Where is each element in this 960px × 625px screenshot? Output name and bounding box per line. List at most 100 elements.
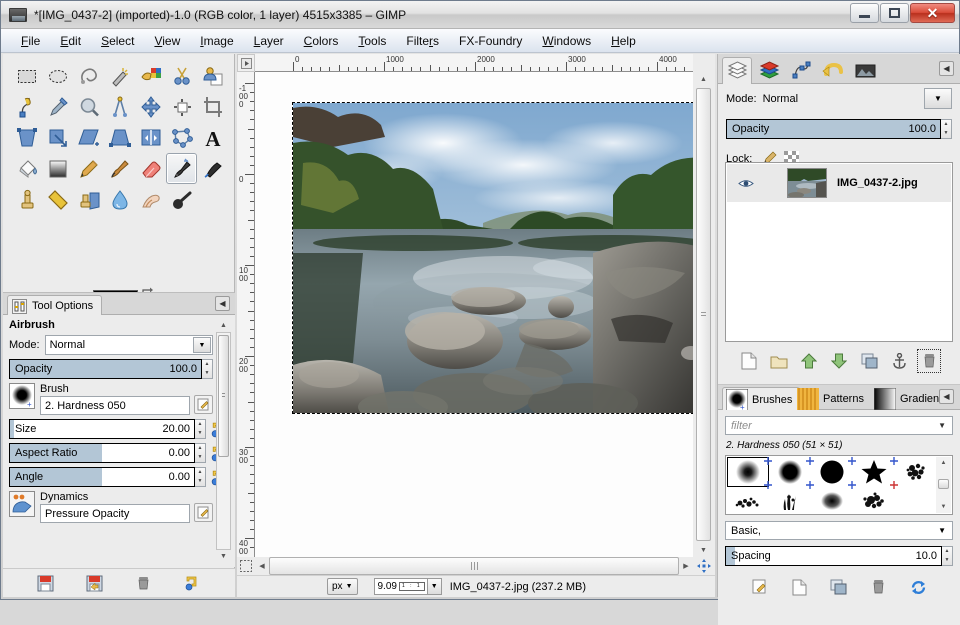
- menu-layer[interactable]: Layer: [244, 31, 294, 51]
- tool-free-select[interactable]: [73, 60, 104, 91]
- brush-item-hardness-050[interactable]: [728, 458, 768, 486]
- collapse-icon[interactable]: ◀: [939, 389, 954, 404]
- menu-help[interactable]: Help: [601, 31, 646, 51]
- tool-smudge[interactable]: [135, 184, 166, 215]
- brush-category-dropdown[interactable]: Basic, ▼: [725, 521, 953, 540]
- scroll-left-icon[interactable]: ◀: [255, 557, 269, 575]
- tool-zoom[interactable]: [73, 91, 104, 122]
- layer-list[interactable]: IMG_0437-2.jpg: [725, 162, 953, 342]
- maximize-button[interactable]: [880, 3, 909, 23]
- brush-grid-scroll-thumb[interactable]: [938, 479, 949, 489]
- canvas-hscroll-thumb[interactable]: [269, 557, 679, 575]
- raise-layer-button[interactable]: [798, 350, 820, 372]
- tool-airbrush[interactable]: [166, 153, 197, 184]
- tab-layers[interactable]: [722, 57, 752, 84]
- tool-gradient[interactable]: [42, 153, 73, 184]
- tool-blur-sharpen[interactable]: [104, 184, 135, 215]
- layer-opacity-slider[interactable]: Opacity 100.0: [726, 119, 941, 139]
- brush-item-acrylic[interactable]: [896, 458, 936, 486]
- brush-item-sparks[interactable]: [812, 487, 852, 515]
- tool-alignment[interactable]: [166, 91, 197, 122]
- layer-mode-dropdown[interactable]: ▼: [924, 88, 952, 109]
- canvas-viewport[interactable]: [255, 72, 693, 557]
- reset-tool-options-icon[interactable]: [184, 575, 201, 592]
- spacing-spinner[interactable]: ▲▼: [942, 546, 953, 566]
- tool-pencil[interactable]: [73, 153, 104, 184]
- new-layer-group-button[interactable]: [768, 350, 790, 372]
- horizontal-ruler[interactable]: 01000200030004000: [255, 54, 693, 72]
- menu-windows[interactable]: Windows: [532, 31, 601, 51]
- tab-tool-options[interactable]: Tool Options: [7, 295, 102, 316]
- brush-item-hardness-100[interactable]: [812, 458, 852, 486]
- edit-dynamics-icon[interactable]: [194, 503, 213, 522]
- edit-brush-button[interactable]: [749, 576, 771, 598]
- tool-perspective[interactable]: [104, 122, 135, 153]
- tab-brushes[interactable]: + Brushes: [722, 387, 800, 411]
- dynamics-thumb-icon[interactable]: [9, 491, 35, 517]
- brush-grid[interactable]: ▲ ▼: [725, 455, 953, 515]
- menu-file[interactable]: File: [11, 31, 50, 51]
- close-button[interactable]: ✕: [910, 3, 955, 23]
- tool-fuzzy-select[interactable]: [104, 60, 135, 91]
- tool-scissors-select[interactable]: [166, 60, 197, 91]
- scroll-down-icon[interactable]: ▼: [936, 501, 951, 513]
- brush-grid-scrollbar[interactable]: ▲ ▼: [936, 457, 951, 513]
- menu-filters[interactable]: Filters: [396, 31, 449, 51]
- brush-item-grass[interactable]: [770, 487, 810, 515]
- dynamics-value[interactable]: Pressure Opacity: [40, 504, 190, 523]
- menu-select[interactable]: Select: [91, 31, 144, 51]
- tool-color-picker[interactable]: [42, 91, 73, 122]
- tab-images[interactable]: [850, 57, 880, 84]
- eye-icon[interactable]: [733, 178, 759, 189]
- brush-value[interactable]: 2. Hardness 050: [40, 396, 190, 415]
- menu-tools[interactable]: Tools: [348, 31, 396, 51]
- scroll-up-icon[interactable]: ▲: [216, 319, 231, 332]
- scroll-up-icon[interactable]: ▲: [936, 457, 951, 469]
- tab-channels[interactable]: [754, 57, 784, 84]
- layer-opacity-spinner[interactable]: ▲▼: [941, 119, 952, 139]
- tool-options-scrollbar[interactable]: ▲ ▼: [216, 319, 231, 563]
- menu-fx-foundry[interactable]: FX-Foundry: [449, 31, 532, 51]
- delete-layer-button[interactable]: [918, 350, 940, 372]
- brush-item-hardness-075[interactable]: [770, 458, 810, 486]
- menu-view[interactable]: View: [144, 31, 190, 51]
- layer-list-item[interactable]: IMG_0437-2.jpg: [727, 164, 951, 202]
- duplicate-layer-button[interactable]: [858, 350, 880, 372]
- tool-clone[interactable]: [11, 184, 42, 215]
- tab-patterns[interactable]: Patterns: [793, 387, 872, 411]
- opacity-slider[interactable]: Opacity 100.0: [9, 359, 202, 379]
- size-slider[interactable]: Size 20.00: [9, 419, 195, 439]
- scroll-right-icon[interactable]: ▶: [679, 557, 693, 575]
- collapse-icon[interactable]: ◀: [215, 296, 230, 311]
- scrollbar-thumb[interactable]: [218, 335, 229, 457]
- mode-dropdown[interactable]: Normal ▼: [45, 335, 213, 355]
- quick-mask-icon[interactable]: [237, 557, 255, 575]
- canvas-horizontal-scrollbar[interactable]: ◀ ▶: [255, 557, 693, 575]
- tool-shear[interactable]: [73, 122, 104, 153]
- new-layer-button[interactable]: [738, 350, 760, 372]
- tool-paths[interactable]: [11, 91, 42, 122]
- tool-measure[interactable]: [104, 91, 135, 122]
- zoom-selector[interactable]: 9.09 1 : 1 ▼: [374, 578, 442, 595]
- menu-colors[interactable]: Colors: [294, 31, 349, 51]
- tab-paths[interactable]: [786, 57, 816, 84]
- new-brush-button[interactable]: [788, 576, 810, 598]
- tool-flip[interactable]: [135, 122, 166, 153]
- aspect-ratio-slider[interactable]: Aspect Ratio 0.00: [9, 443, 195, 463]
- menu-image[interactable]: Image: [190, 31, 243, 51]
- tool-cage-transform[interactable]: [166, 122, 197, 153]
- ruler-menu-icon[interactable]: [237, 54, 255, 72]
- navigate-icon[interactable]: [695, 557, 713, 575]
- tool-crop[interactable]: [197, 91, 228, 122]
- collapse-icon[interactable]: ◀: [939, 61, 954, 76]
- tool-move[interactable]: [135, 91, 166, 122]
- delete-tool-options-icon[interactable]: [135, 575, 152, 592]
- aspect-ratio-spinner[interactable]: ▲▼: [195, 443, 206, 463]
- tool-ellipse-select[interactable]: [42, 60, 73, 91]
- chevron-down-icon[interactable]: ▼: [938, 421, 946, 430]
- tool-ink[interactable]: [197, 153, 228, 184]
- duplicate-brush-button[interactable]: [828, 576, 850, 598]
- save-tool-options-icon[interactable]: [37, 575, 54, 592]
- menu-edit[interactable]: Edit: [50, 31, 91, 51]
- anchor-layer-button[interactable]: [888, 350, 910, 372]
